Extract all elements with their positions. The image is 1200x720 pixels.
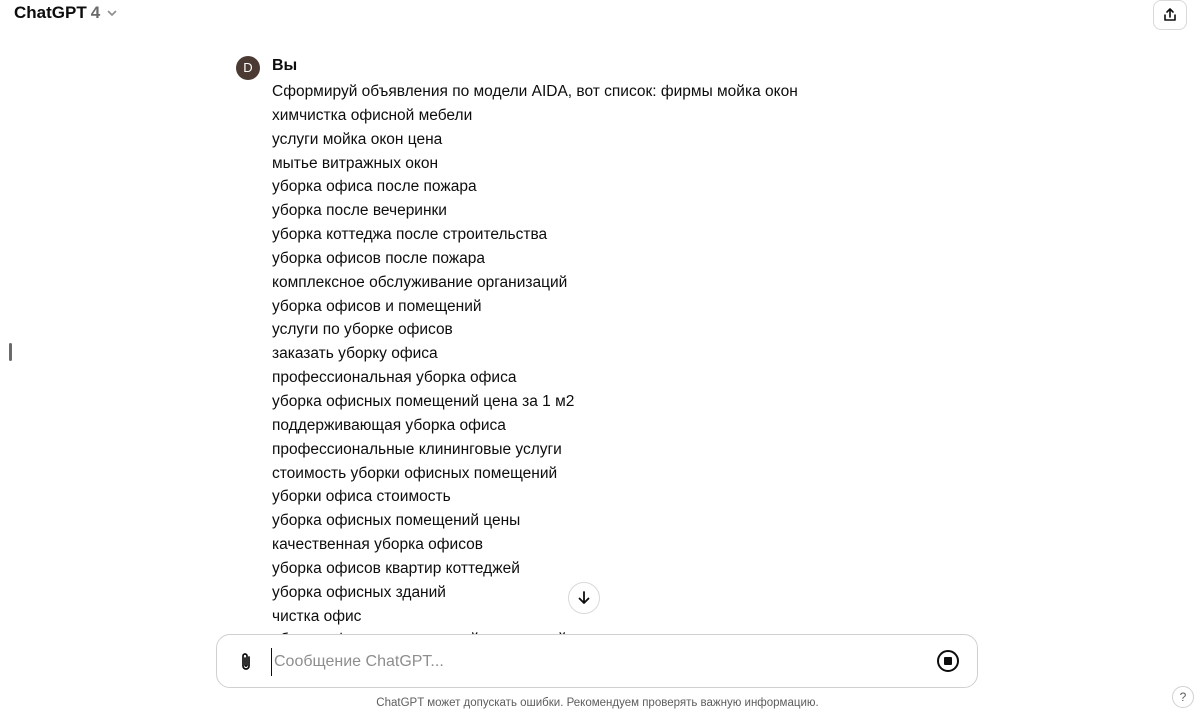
arrow-down-icon xyxy=(578,591,590,604)
message-line: Сформируй объявления по модели AIDA, вот… xyxy=(272,83,798,100)
disclaimer: ChatGPT может допускать ошибки. Рекоменд… xyxy=(376,697,819,709)
user-avatar: D xyxy=(236,56,260,80)
message-line: химчистка офисной мебели xyxy=(272,106,473,124)
attach-button[interactable] xyxy=(234,650,258,674)
header: ChatGPT 4 xyxy=(0,0,1200,30)
message-line: уборка коттеджа после строительства xyxy=(272,226,548,244)
share-icon xyxy=(1164,8,1176,21)
share-button[interactable] xyxy=(1153,0,1187,30)
message-line: мытье витражных окон xyxy=(272,154,439,172)
message-line: уборка офисных помещений цены xyxy=(272,512,521,530)
chevron-down-icon xyxy=(107,10,117,16)
message-line: уборка офисов после пожара xyxy=(272,249,486,267)
message-line: поддерживающая уборка офиса xyxy=(272,416,506,434)
message-line: уборка офисов квартир коттеджей xyxy=(272,559,520,577)
chat-area: D Вы Сформируй объявления по модели AIDA… xyxy=(0,0,1200,636)
user-message: Сформируй объявления по модели AIDA, вот… xyxy=(272,80,912,636)
stop-generating-button[interactable] xyxy=(937,650,959,672)
message-line: заказать уборку офиса xyxy=(272,345,438,363)
message-composer xyxy=(216,634,978,688)
message-line: уборка офисных помещений цена за 1 м2 xyxy=(272,392,575,410)
message-line: качественная уборка офисов xyxy=(272,536,483,554)
message-line: комплексное обслуживание организаций xyxy=(272,273,568,291)
message-line: уборка офисов и помещений xyxy=(272,297,482,315)
model-version: 4 xyxy=(90,3,101,22)
model-name: ChatGPT xyxy=(14,3,87,22)
message-line: профессиональная уборка офиса xyxy=(272,369,517,387)
scroll-down-button[interactable] xyxy=(568,582,600,614)
stop-icon xyxy=(944,657,952,665)
message-author: Вы xyxy=(272,57,298,74)
help-button[interactable]: ? xyxy=(1172,686,1194,708)
message-line: услуги по уборке офисов xyxy=(272,321,453,339)
model-selector[interactable]: ChatGPT 4 xyxy=(14,2,118,24)
message-line: уборка офиса после пожара xyxy=(272,178,477,196)
message-input[interactable] xyxy=(271,648,874,676)
message-line: профессиональные клининговые услуги xyxy=(272,440,562,458)
message-line: услуги мойка окон цена xyxy=(272,130,443,148)
sidebar-resize-handle[interactable] xyxy=(9,343,12,361)
message-line: стоимость уборки офисных помещений xyxy=(272,464,558,482)
message-line: уборки офиса стоимость xyxy=(272,488,451,506)
message-line: уборка после вечеринки xyxy=(272,202,447,220)
paperclip-icon xyxy=(242,653,250,670)
